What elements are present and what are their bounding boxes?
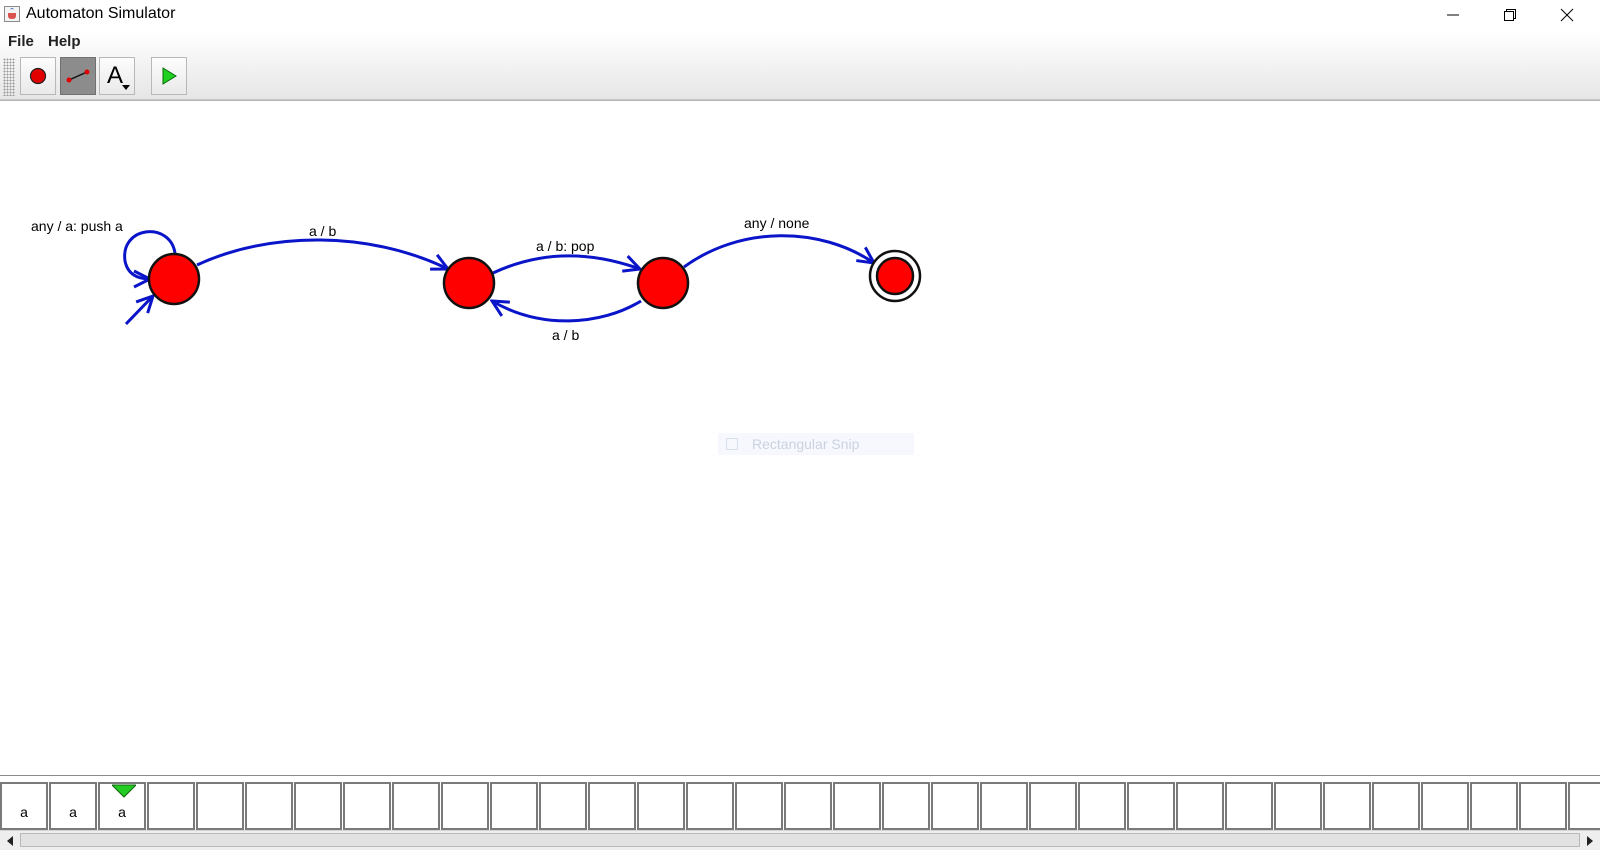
tape-cell[interactable] — [490, 782, 538, 830]
tape-cell[interactable] — [1421, 782, 1469, 830]
input-tape: aaa — [0, 780, 1600, 830]
letter-a-icon: A — [106, 62, 123, 89]
close-button[interactable] — [1538, 0, 1596, 30]
toolbar: A — [0, 53, 1600, 100]
transition-label-q0-q1[interactable]: a / b — [309, 223, 336, 239]
menu-help[interactable]: Help — [48, 33, 81, 50]
tape-cell[interactable] — [1323, 782, 1371, 830]
automaton-canvas[interactable]: any / a: push a a / b a / b: pop a / b a… — [0, 100, 1600, 776]
tape-cell[interactable] — [343, 782, 391, 830]
dropdown-arrow-icon — [122, 85, 130, 90]
tape-cell[interactable] — [147, 782, 195, 830]
tape-cell[interactable] — [1029, 782, 1077, 830]
tape-cell[interactable] — [1127, 782, 1175, 830]
restore-button[interactable] — [1481, 0, 1539, 30]
tape-cell[interactable] — [686, 782, 734, 830]
tape-cell[interactable] — [833, 782, 881, 830]
tape-cell[interactable] — [735, 782, 783, 830]
transition-q0-q1[interactable] — [196, 238, 448, 269]
tape-cell[interactable] — [539, 782, 587, 830]
state-tool-button[interactable] — [20, 57, 56, 95]
tape-scrollbar[interactable] — [0, 830, 1600, 850]
tape-cell[interactable] — [1078, 782, 1126, 830]
tape-cell[interactable] — [784, 782, 832, 830]
play-icon — [162, 67, 177, 85]
tape-cell[interactable] — [392, 782, 440, 830]
tape-cell[interactable] — [1176, 782, 1224, 830]
tape-cell[interactable] — [245, 782, 293, 830]
tape-cell[interactable] — [931, 782, 979, 830]
tape-cell[interactable] — [1225, 782, 1273, 830]
transition-label-q0-q0[interactable]: any / a: push a — [31, 218, 123, 234]
tape-cell[interactable] — [441, 782, 489, 830]
scroll-left-button[interactable] — [1, 832, 19, 849]
transition-q2-q1[interactable] — [492, 301, 642, 323]
transition-label-q2-q3[interactable]: any / none — [744, 215, 810, 231]
red-circle-icon — [29, 67, 47, 85]
tape-cell[interactable]: a — [0, 782, 48, 830]
tape-cell[interactable]: a — [49, 782, 97, 830]
tape-cell[interactable] — [1372, 782, 1420, 830]
tape-cell[interactable] — [1274, 782, 1322, 830]
tape-cell[interactable] — [1519, 782, 1567, 830]
tape-cell[interactable] — [588, 782, 636, 830]
tape-cell-symbol: a — [69, 804, 77, 820]
run-button[interactable] — [151, 57, 187, 95]
transition-label-q2-q1[interactable]: a / b — [552, 327, 579, 343]
tape-cell-symbol: a — [118, 804, 126, 820]
title-bar: Automaton Simulator — [0, 0, 1600, 30]
transition-q1-q2[interactable] — [492, 254, 640, 275]
initial-state-arrow — [124, 296, 153, 326]
tape-head-icon — [112, 784, 136, 798]
state-q2[interactable] — [636, 256, 690, 310]
restore-icon — [1504, 9, 1516, 21]
transition-arrow-icon — [66, 69, 90, 83]
tape-cell[interactable] — [882, 782, 930, 830]
transition-q2-q3[interactable] — [683, 234, 874, 269]
scroll-thumb[interactable] — [20, 833, 1580, 847]
transition-label-q1-q2[interactable]: a / b: pop — [536, 238, 595, 254]
tape-cell[interactable]: a — [98, 782, 146, 830]
text-tool-button[interactable]: A — [99, 57, 135, 95]
state-q1[interactable] — [442, 256, 496, 310]
minimize-icon — [1447, 14, 1459, 16]
java-app-icon — [4, 6, 20, 22]
snip-overlay-text: Rectangular Snip — [752, 436, 860, 452]
scroll-left-icon — [7, 835, 13, 846]
tape-cell[interactable] — [196, 782, 244, 830]
snip-overlay: Rectangular Snip — [718, 433, 914, 455]
window-title: Automaton Simulator — [26, 5, 176, 22]
tape-cell[interactable] — [294, 782, 342, 830]
tape-cell[interactable] — [1568, 782, 1600, 830]
state-q3-final[interactable] — [868, 249, 922, 303]
scroll-right-icon — [1587, 835, 1593, 846]
toolbar-grip[interactable] — [3, 58, 15, 96]
snip-icon — [726, 438, 738, 450]
menu-bar: File Help — [0, 30, 1600, 53]
menu-file[interactable]: File — [8, 33, 34, 50]
transition-tool-button[interactable] — [60, 57, 96, 95]
scroll-right-button[interactable] — [1581, 832, 1599, 849]
tape-cell[interactable] — [637, 782, 685, 830]
close-icon — [1560, 8, 1574, 22]
minimize-button[interactable] — [1424, 0, 1482, 30]
tape-cell[interactable] — [980, 782, 1028, 830]
state-q0[interactable] — [147, 252, 201, 306]
tape-cell-symbol: a — [20, 804, 28, 820]
tape-cell[interactable] — [1470, 782, 1518, 830]
